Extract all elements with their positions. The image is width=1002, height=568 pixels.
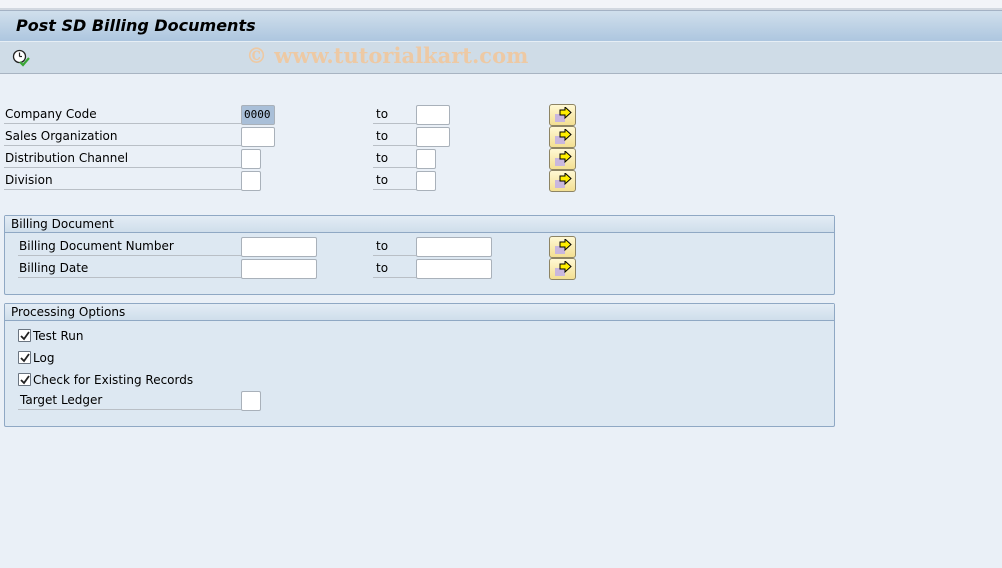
multiple-selection-arrow-icon <box>555 107 572 122</box>
watermark: © www.tutorialkart.com <box>246 43 529 68</box>
billing-document-group-title: Billing Document <box>5 216 834 233</box>
company-code-from-input[interactable]: 0000 <box>241 105 275 125</box>
processing-options-group-title: Processing Options <box>5 304 834 321</box>
checkmark-icon <box>20 331 30 341</box>
page-title: Post SD Billing Documents <box>16 16 256 35</box>
multiple-selection-arrow-icon <box>555 239 572 254</box>
billing-document-number-to-input[interactable] <box>416 237 492 257</box>
billing-document-number-multiple-selection-button[interactable] <box>549 236 576 258</box>
target-ledger-label: Target Ledger <box>18 390 241 410</box>
sales-organization-to-input[interactable] <box>416 127 450 147</box>
title-bar: Post SD Billing Documents <box>0 10 1002 41</box>
to-label: to <box>373 104 416 124</box>
test-run-label: Test Run <box>33 329 84 343</box>
billing-document-number-from-input[interactable] <box>241 237 317 257</box>
test-run-checkbox[interactable] <box>18 329 31 342</box>
to-label: to <box>373 126 416 146</box>
sales-organization-from-input[interactable] <box>241 127 275 147</box>
division-from-input[interactable] <box>241 171 261 191</box>
billing-document-number-label: Billing Document Number <box>18 236 241 256</box>
checkmark-icon <box>20 375 30 385</box>
multiple-selection-arrow-icon <box>555 173 572 188</box>
to-label: to <box>373 258 416 278</box>
division-to-input[interactable] <box>416 171 436 191</box>
distribution-channel-multiple-selection-button[interactable] <box>549 148 576 170</box>
company-code-to-input[interactable] <box>416 105 450 125</box>
sales-organization-multiple-selection-button[interactable] <box>549 126 576 148</box>
division-multiple-selection-button[interactable] <box>549 170 576 192</box>
billing-date-multiple-selection-button[interactable] <box>549 258 576 280</box>
check-existing-records-label: Check for Existing Records <box>33 373 194 387</box>
division-label: Division <box>4 170 241 190</box>
top-strip <box>0 0 1002 10</box>
target-ledger-input[interactable] <box>241 391 261 411</box>
distribution-channel-to-input[interactable] <box>416 149 436 169</box>
log-checkbox[interactable] <box>18 351 31 364</box>
billing-date-to-input[interactable] <box>416 259 492 279</box>
distribution-channel-label: Distribution Channel <box>4 148 241 168</box>
multiple-selection-arrow-icon <box>555 129 572 144</box>
application-toolbar: © www.tutorialkart.com <box>0 41 1002 74</box>
check-existing-records-checkbox[interactable] <box>18 373 31 386</box>
multiple-selection-arrow-icon <box>555 151 572 166</box>
to-label: to <box>373 148 416 168</box>
company-code-label: Company Code <box>4 104 241 124</box>
to-label: to <box>373 170 416 190</box>
sales-organization-label: Sales Organization <box>4 126 241 146</box>
billing-date-label: Billing Date <box>18 258 241 278</box>
execute-icon[interactable] <box>12 49 30 67</box>
company-code-multiple-selection-button[interactable] <box>549 104 576 126</box>
checkmark-icon <box>20 353 30 363</box>
distribution-channel-from-input[interactable] <box>241 149 261 169</box>
multiple-selection-arrow-icon <box>555 261 572 276</box>
billing-date-from-input[interactable] <box>241 259 317 279</box>
log-label: Log <box>33 351 55 365</box>
to-label: to <box>373 236 416 256</box>
